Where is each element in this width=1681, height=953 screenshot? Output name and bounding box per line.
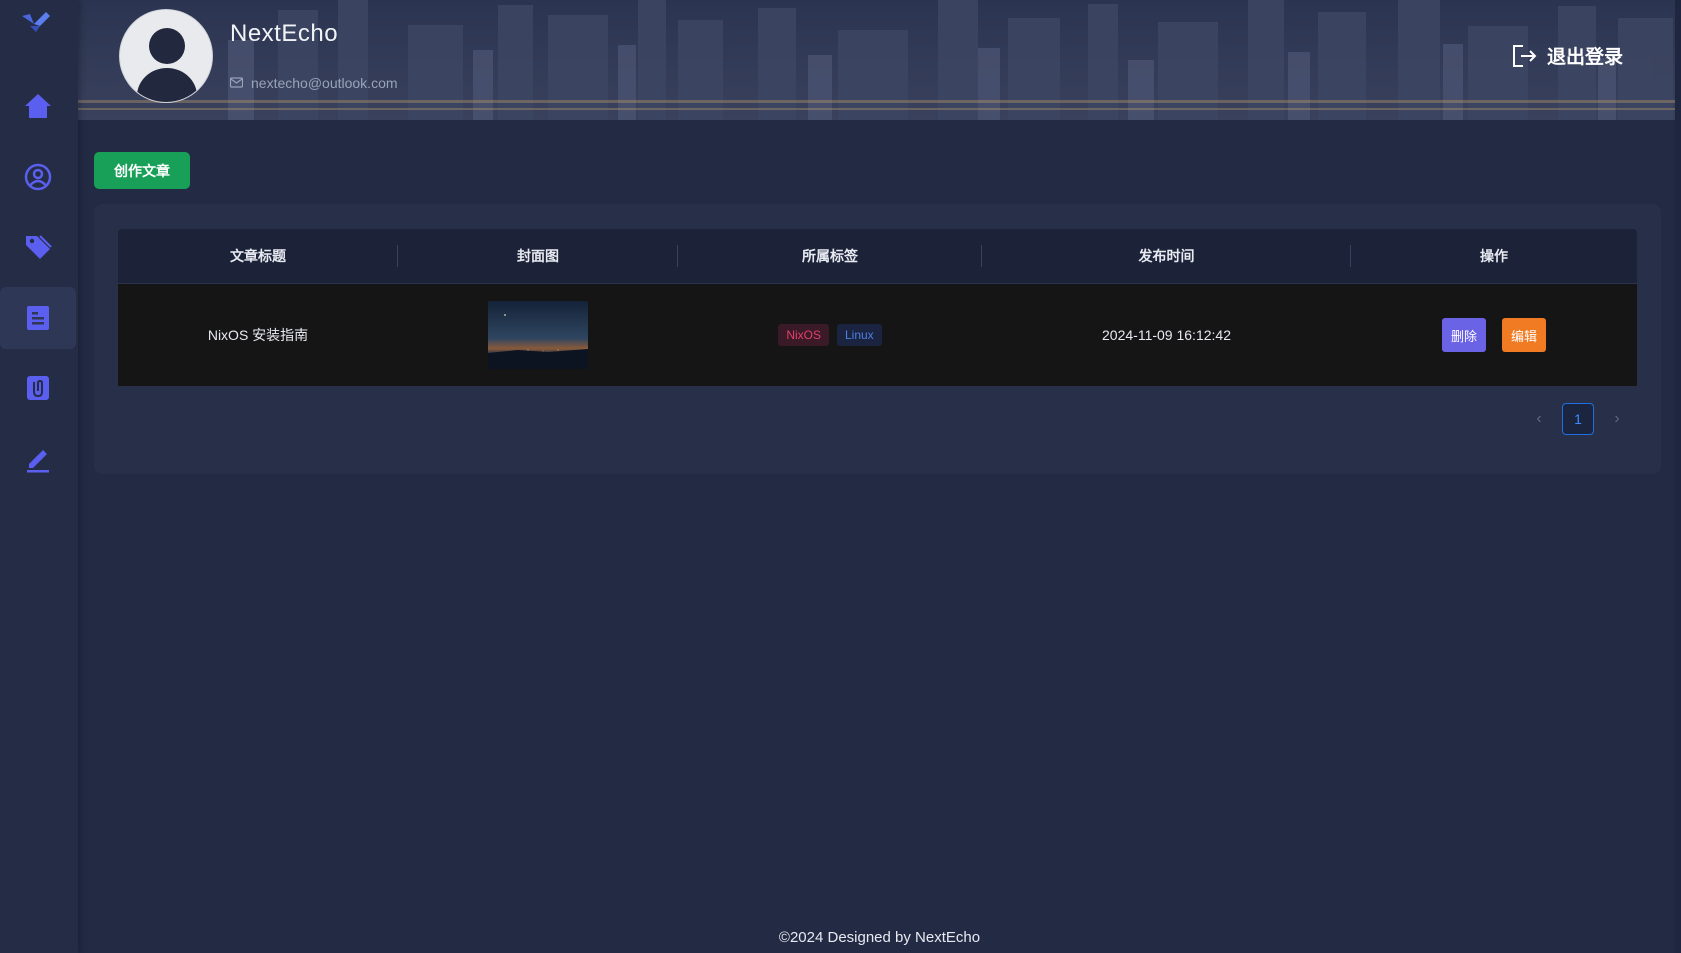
paperclip-icon [27, 376, 49, 400]
article-title[interactable]: NixOS 安装指南 [118, 284, 398, 386]
sidebar [0, 0, 78, 953]
sidebar-item-profile[interactable] [0, 146, 76, 208]
actions-cell: 删除 编辑 [1351, 284, 1637, 386]
username: NextEcho [230, 20, 339, 47]
prev-page-icon[interactable]: ‹ [1530, 410, 1548, 428]
next-page-icon[interactable]: › [1608, 410, 1626, 428]
sidebar-item-articles[interactable] [0, 287, 76, 349]
bird-logo-icon[interactable] [20, 10, 52, 38]
sidebar-item-attachments[interactable] [0, 357, 76, 419]
cover-cell [398, 284, 678, 386]
edit-button[interactable]: 编辑 [1502, 318, 1546, 352]
create-article-button[interactable]: 创作文章 [94, 152, 190, 189]
home-icon [25, 94, 51, 118]
article-icon [27, 306, 49, 330]
tag-badge[interactable]: NixOS [778, 324, 829, 346]
user-circle-icon [24, 163, 52, 191]
email-row: nextecho@outlook.com [230, 75, 398, 91]
logout-label: 退出登录 [1547, 47, 1624, 68]
footer-text: ©2024 Designed by NextEcho [778, 929, 981, 946]
sidebar-item-tags[interactable] [0, 216, 76, 278]
cover-image[interactable] [488, 301, 588, 369]
user-silhouette-icon [137, 28, 197, 102]
delete-button[interactable]: 删除 [1442, 318, 1486, 352]
page-button-current[interactable]: 1 [1562, 403, 1594, 435]
logout-icon [1513, 44, 1537, 67]
column-header-title: 文章标题 [118, 229, 398, 283]
avatar[interactable] [119, 9, 213, 103]
header-banner [78, 0, 1681, 120]
tags-cell: NixOS Linux [678, 284, 982, 386]
sidebar-item-write[interactable] [0, 428, 76, 490]
table-header: 文章标题 封面图 所属标签 发布时间 操作 [118, 229, 1637, 284]
column-header-cover: 封面图 [398, 229, 678, 283]
mail-check-icon [230, 77, 243, 88]
scrollbar-track[interactable] [1675, 0, 1681, 953]
article-table: 文章标题 封面图 所属标签 发布时间 操作 NixOS 安装指南 NixOS L… [118, 229, 1637, 386]
logout-button[interactable]: 退出登录 [1511, 42, 1623, 69]
city-skyline-image [78, 0, 1681, 120]
column-header-actions: 操作 [1480, 248, 1508, 264]
pagination: ‹ 1 › [1530, 403, 1626, 435]
table-row: NixOS 安装指南 NixOS Linux 2024-11-09 16:12:… [118, 284, 1637, 386]
sidebar-item-home[interactable] [0, 75, 76, 137]
published-time: 2024-11-09 16:12:42 [1102, 327, 1231, 343]
column-header-published: 发布时间 [982, 229, 1351, 283]
tag-badge[interactable]: Linux [836, 324, 882, 346]
tag-icon [26, 235, 52, 259]
column-header-tags: 所属标签 [678, 229, 982, 283]
pen-icon [27, 450, 49, 473]
email-text: nextecho@outlook.com [251, 75, 398, 91]
